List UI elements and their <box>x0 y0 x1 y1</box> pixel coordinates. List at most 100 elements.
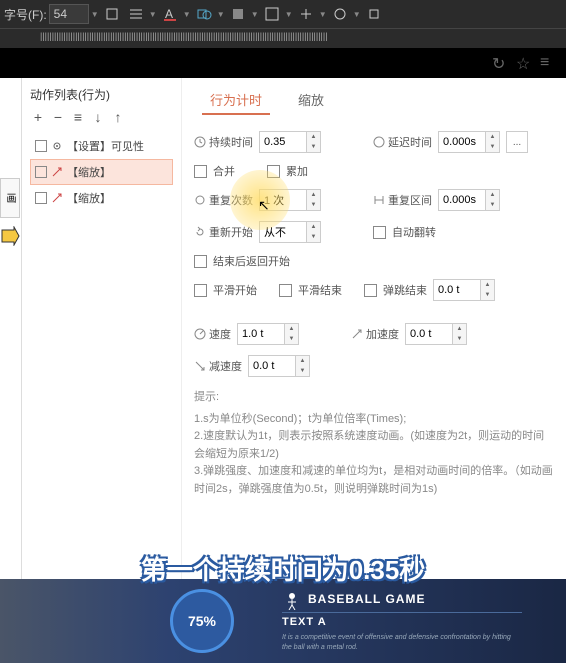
tab-behavior-timing[interactable]: 行为计时 <box>202 86 270 115</box>
accel-input[interactable] <box>406 324 452 344</box>
move-down-button[interactable]: ↓ <box>90 109 106 125</box>
side-tab[interactable]: 画 <box>0 178 20 218</box>
tool-7[interactable] <box>329 3 351 25</box>
add-action-button[interactable]: + <box>30 109 46 125</box>
merge-checkbox[interactable] <box>194 165 207 178</box>
spinner-up[interactable]: ▲ <box>307 222 320 232</box>
spinner-down[interactable]: ▼ <box>307 200 320 210</box>
scale-icon <box>51 166 63 178</box>
action-label: 【缩放】 <box>67 164 111 180</box>
arrow-right-icon <box>0 226 20 246</box>
pin-icon[interactable]: ☆ <box>516 54 532 70</box>
delay-input[interactable] <box>439 132 485 152</box>
tool-6[interactable] <box>295 3 317 25</box>
interval-icon <box>373 194 385 206</box>
tool-8[interactable] <box>363 3 385 25</box>
decel-icon <box>194 360 206 372</box>
decel-label: 减速度 <box>209 358 242 374</box>
auto-flip-checkbox[interactable] <box>373 226 386 239</box>
spinner-up[interactable]: ▲ <box>285 324 298 334</box>
font-color-button[interactable]: A <box>159 3 181 25</box>
accel-icon <box>351 328 363 340</box>
decel-input[interactable] <box>249 356 295 376</box>
smooth-end-checkbox[interactable] <box>279 284 292 297</box>
tool-5[interactable] <box>261 3 283 25</box>
dropdown-1[interactable]: ▼ <box>149 5 157 23</box>
decel-spinner[interactable]: ▲▼ <box>248 355 310 377</box>
return-start-checkbox[interactable] <box>194 255 207 268</box>
checkbox-icon[interactable] <box>35 192 47 204</box>
bold-button[interactable] <box>101 3 123 25</box>
speed-input[interactable] <box>238 324 284 344</box>
dropdown-3[interactable]: ▼ <box>217 5 225 23</box>
shape-button[interactable] <box>193 3 215 25</box>
smooth-start-checkbox[interactable] <box>194 284 207 297</box>
spinner-down[interactable]: ▼ <box>453 334 466 344</box>
spinner-down[interactable]: ▼ <box>296 366 309 376</box>
refresh-icon[interactable]: ↻ <box>492 54 508 70</box>
checkbox-icon[interactable] <box>35 140 47 152</box>
bounce-end-spinner[interactable]: ▲▼ <box>433 279 495 301</box>
spinner-up[interactable]: ▲ <box>296 356 309 366</box>
repeat-interval-input[interactable] <box>439 190 485 210</box>
spinner-down[interactable]: ▼ <box>307 142 320 152</box>
duration-input[interactable] <box>260 132 306 152</box>
delay-icon <box>373 136 385 148</box>
tool-4[interactable] <box>227 3 249 25</box>
dropdown-5[interactable]: ▼ <box>285 5 293 23</box>
duration-label: 持续时间 <box>209 134 253 150</box>
accumulate-checkbox[interactable] <box>267 165 280 178</box>
clock-icon <box>194 136 206 148</box>
action-menu-button[interactable]: ≡ <box>70 109 86 125</box>
action-item-scale-2[interactable]: 【缩放】 <box>30 185 173 211</box>
hint-line-2: 2.速度默认为1t，则表示按照系统速度动画。(如速度为2t，则运动的时间会缩短为… <box>194 428 554 463</box>
checkbox-icon[interactable] <box>35 166 47 178</box>
accumulate-label: 累加 <box>286 163 308 179</box>
bounce-end-input[interactable] <box>434 280 480 300</box>
spinner-up[interactable]: ▲ <box>307 132 320 142</box>
delay-spinner[interactable]: ▲▼ <box>438 131 500 153</box>
spinner-down[interactable]: ▼ <box>307 232 320 242</box>
spinner-down[interactable]: ▼ <box>486 200 499 210</box>
align-button[interactable] <box>125 3 147 25</box>
font-size-input[interactable] <box>49 4 89 24</box>
speed-spinner[interactable]: ▲▼ <box>237 323 299 345</box>
action-list-panel: 动作列表(行为) + − ≡ ↓ ↑ 【设置】可见性 【缩放】 【缩放】 <box>22 78 182 588</box>
menu-icon[interactable]: ≡ <box>540 54 556 70</box>
repeat-interval-spinner[interactable]: ▲▼ <box>438 189 500 211</box>
smooth-end-label: 平滑结束 <box>298 282 342 298</box>
restart-spinner[interactable]: ▲▼ <box>259 221 321 243</box>
spinner-down[interactable]: ▼ <box>481 290 494 300</box>
action-item-visibility[interactable]: 【设置】可见性 <box>30 133 173 159</box>
spinner-up[interactable]: ▲ <box>486 132 499 142</box>
restart-label: 重新开始 <box>209 224 253 240</box>
spinner-down[interactable]: ▼ <box>285 334 298 344</box>
dropdown-2[interactable]: ▼ <box>183 5 191 23</box>
spinner-down[interactable]: ▼ <box>486 142 499 152</box>
spinner-up[interactable]: ▲ <box>307 190 320 200</box>
bounce-end-checkbox[interactable] <box>364 284 377 297</box>
action-item-scale-1[interactable]: 【缩放】 <box>30 159 173 185</box>
hints-title: 提示: <box>194 389 554 407</box>
duration-spinner[interactable]: ▲▼ <box>259 131 321 153</box>
bottom-banner: 75% BASEBALL GAME TEXT A It is a competi… <box>0 579 566 663</box>
spinner-up[interactable]: ▲ <box>481 280 494 290</box>
dropdown-6[interactable]: ▼ <box>319 5 327 23</box>
dropdown-7[interactable]: ▼ <box>353 5 361 23</box>
hint-line-1: 1.s为单位秒(Second)；t为单位倍率(Times); <box>194 411 554 429</box>
restart-input[interactable] <box>260 222 306 242</box>
properties-panel: ↻ ☆ ≡ 画 动作列表(行为) + − ≡ ↓ ↑ 【设置】可见性 【缩放】 <box>0 78 566 588</box>
move-up-button[interactable]: ↑ <box>110 109 126 125</box>
dropdown-4[interactable]: ▼ <box>251 5 259 23</box>
remove-action-button[interactable]: − <box>50 109 66 125</box>
hint-line-3: 3.弹跳强度、加速度和减速的单位均为t，是相对动画时间的倍率。（如动画时间2s，… <box>194 463 554 498</box>
tab-scale[interactable]: 缩放 <box>290 86 332 115</box>
top-toolbar: 字号(F): ▼ ▼ A ▼ ▼ ▼ ▼ ▼ ▼ <box>0 0 566 28</box>
font-size-dropdown[interactable]: ▼ <box>91 5 99 23</box>
spinner-up[interactable]: ▲ <box>453 324 466 334</box>
spinner-up[interactable]: ▲ <box>486 190 499 200</box>
return-start-label: 结束后返回开始 <box>213 253 290 269</box>
accel-spinner[interactable]: ▲▼ <box>405 323 467 345</box>
bounce-end-label: 弹跳结束 <box>383 282 427 298</box>
delay-more-button[interactable]: ... <box>506 131 528 153</box>
